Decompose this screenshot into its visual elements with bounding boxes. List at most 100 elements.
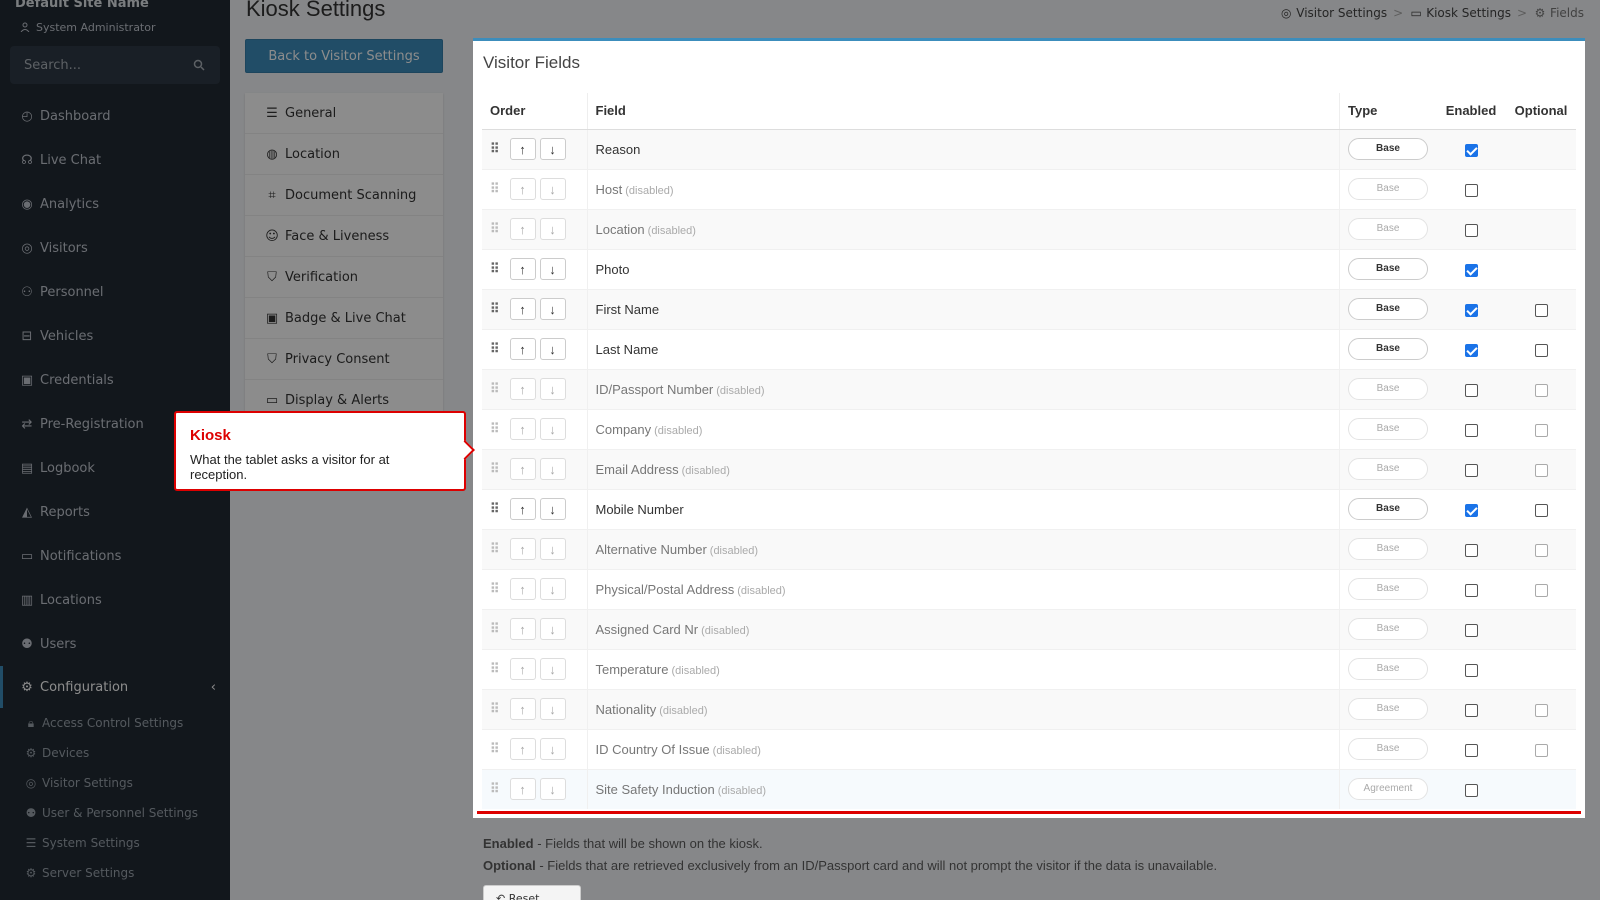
enabled-checkbox[interactable] [1464,143,1478,157]
enabled-checkbox[interactable] [1464,743,1478,757]
move-down-button[interactable]: ↓ [539,498,566,520]
enabled-checkbox[interactable] [1464,703,1478,717]
column-header-order: Order [482,93,587,130]
drag-handle-icon[interactable]: ⠿ [490,141,500,157]
type-cell: Base [1339,728,1436,769]
enabled-checkbox[interactable] [1464,223,1478,237]
move-down-button[interactable]: ↓ [539,138,566,160]
enabled-checkbox[interactable] [1464,663,1478,677]
enabled-checkbox[interactable] [1464,263,1478,277]
move-down-button[interactable]: ↓ [539,738,566,760]
move-up-button[interactable]: ↑ [509,658,536,680]
drag-handle-icon[interactable]: ⠿ [490,581,500,597]
optional-checkbox[interactable] [1534,383,1548,397]
drag-handle-icon[interactable]: ⠿ [490,621,500,637]
field-name-cell: Photo [586,248,1340,289]
move-down-button[interactable]: ↓ [539,338,566,360]
drag-handle-icon[interactable]: ⠿ [490,301,500,317]
move-up-button[interactable]: ↑ [509,378,536,400]
move-down-button[interactable]: ↓ [539,218,566,240]
field-name-cell: Temperature (disabled) [586,648,1340,689]
tooltip-body: What the tablet asks a visitor for at re… [190,452,390,482]
move-up-button[interactable]: ↑ [509,138,536,160]
move-up-button[interactable]: ↑ [509,258,536,280]
drag-handle-icon[interactable]: ⠿ [490,501,500,517]
drag-handle-icon[interactable]: ⠿ [490,741,500,757]
move-down-button[interactable]: ↓ [539,298,566,320]
field-name-cell: Company (disabled) [586,408,1340,449]
enabled-checkbox[interactable] [1464,303,1478,317]
move-down-button[interactable]: ↓ [539,778,566,801]
move-down-button[interactable]: ↓ [539,538,566,560]
move-up-button[interactable]: ↑ [509,538,536,560]
optional-checkbox[interactable] [1534,343,1548,357]
move-up-button[interactable]: ↑ [509,458,536,480]
field-name-cell: Email Address (disabled) [586,448,1340,489]
move-down-button[interactable]: ↓ [539,378,566,400]
move-up-button[interactable]: ↑ [509,338,536,360]
enabled-checkbox[interactable] [1464,583,1478,597]
move-up-button[interactable]: ↑ [509,618,536,640]
move-down-button[interactable]: ↓ [539,458,566,480]
enabled-checkbox[interactable] [1464,343,1478,357]
move-down-button[interactable]: ↓ [539,418,566,440]
drag-handle-icon[interactable]: ⠿ [490,461,500,477]
enabled-checkbox[interactable] [1464,183,1478,197]
optional-cell [1506,248,1576,289]
drag-handle-icon[interactable]: ⠿ [490,341,500,357]
enabled-cell [1436,288,1506,329]
move-up-button[interactable]: ↑ [509,218,536,240]
order-cell: ⠿ ↑ ↓ [482,648,587,689]
drag-handle-icon[interactable]: ⠿ [490,381,500,397]
column-header-optional: Optional [1506,93,1576,130]
drag-handle-icon[interactable]: ⠿ [490,181,500,197]
optional-checkbox[interactable] [1534,743,1548,757]
move-down-button[interactable]: ↓ [539,698,566,720]
move-up-button[interactable]: ↑ [509,298,536,320]
drag-handle-icon[interactable]: ⠿ [490,221,500,237]
move-down-button[interactable]: ↓ [539,578,566,600]
move-up-button[interactable]: ↑ [509,418,536,440]
drag-handle-icon[interactable]: ⠿ [490,421,500,437]
panel-title: Visitor Fields [483,53,580,72]
enabled-checkbox[interactable] [1464,783,1478,797]
drag-handle-icon[interactable]: ⠿ [490,261,500,277]
type-badge: Base [1348,418,1428,440]
type-cell: Base [1339,248,1436,289]
enabled-checkbox[interactable] [1464,623,1478,637]
optional-checkbox[interactable] [1534,463,1548,477]
optional-cell [1506,768,1576,809]
field-name-cell: Site Safety Induction (disabled) [586,768,1340,809]
drag-handle-icon[interactable]: ⠿ [490,781,500,797]
optional-checkbox[interactable] [1534,503,1548,517]
optional-checkbox[interactable] [1534,543,1548,557]
disabled-note: (disabled) [716,384,765,397]
move-down-button[interactable]: ↓ [539,258,566,280]
enabled-checkbox[interactable] [1464,543,1478,557]
move-down-button[interactable]: ↓ [539,178,566,200]
enabled-checkbox[interactable] [1464,463,1478,477]
optional-checkbox[interactable] [1534,303,1548,317]
optional-checkbox[interactable] [1534,703,1548,717]
drag-handle-icon[interactable]: ⠿ [490,541,500,557]
drag-handle-icon[interactable]: ⠿ [490,661,500,677]
move-up-button[interactable]: ↑ [509,178,536,200]
optional-checkbox[interactable] [1534,583,1548,597]
optional-checkbox[interactable] [1534,423,1548,437]
move-up-button[interactable]: ↑ [509,498,536,520]
move-up-button[interactable]: ↑ [509,578,536,600]
drag-handle-icon[interactable]: ⠿ [490,701,500,717]
enabled-checkbox[interactable] [1464,423,1478,437]
field-name-cell: Alternative Number (disabled) [586,528,1340,569]
optional-cell [1506,328,1576,369]
move-down-button[interactable]: ↓ [539,618,566,640]
move-down-button[interactable]: ↓ [539,658,566,680]
enabled-checkbox[interactable] [1464,383,1478,397]
move-up-button[interactable]: ↑ [509,698,536,720]
type-cell: Base [1339,288,1436,329]
move-up-button[interactable]: ↑ [509,738,536,760]
field-name-cell: Assigned Card Nr (disabled) [586,608,1340,649]
move-up-button[interactable]: ↑ [509,778,536,801]
reset-order-button[interactable]: ↶ Reset order [483,885,581,900]
enabled-checkbox[interactable] [1464,503,1478,517]
